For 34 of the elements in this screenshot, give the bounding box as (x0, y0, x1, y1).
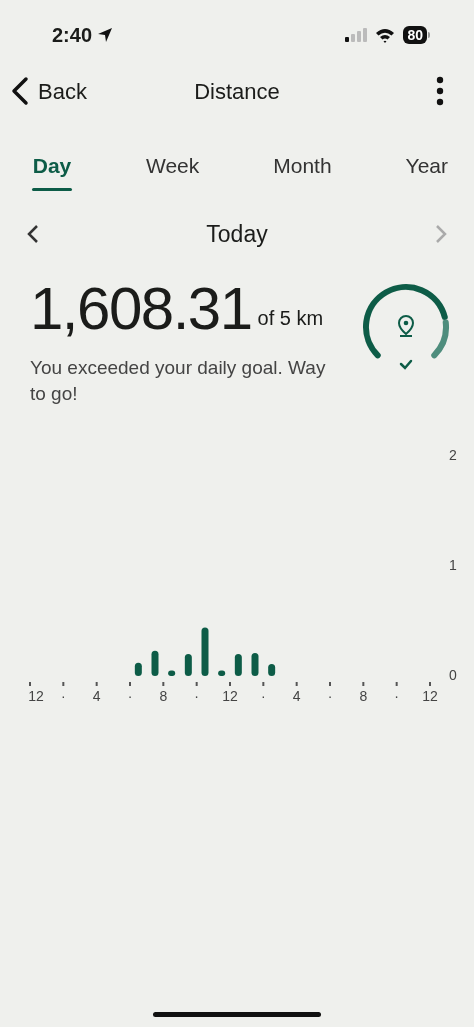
y-axis-label: 1 (449, 556, 457, 573)
x-axis-label: · (261, 688, 266, 704)
y-axis-label: 0 (449, 666, 457, 683)
x-axis-label: · (394, 688, 399, 704)
x-axis-label: · (61, 688, 66, 704)
location-arrow-icon (96, 26, 115, 44)
x-axis-label: · (194, 688, 199, 704)
page-title: Distance (194, 77, 280, 106)
previous-chevron-icon[interactable] (26, 222, 40, 245)
signal-icon (345, 28, 368, 42)
goal-message: You exceeded your daily goal. Way to go! (30, 356, 327, 406)
x-axis-label: 4 (292, 688, 301, 704)
back-button[interactable]: Back (10, 74, 87, 108)
status-time: 2:40 (52, 23, 93, 48)
x-axis-label: 8 (359, 688, 368, 704)
y-axis-label: 2 (449, 446, 457, 463)
x-axis-label: 12 (222, 688, 238, 704)
x-axis-label: · (127, 688, 133, 704)
x-axis-label: · (327, 688, 333, 704)
distance-value: 1,608.31 (30, 279, 252, 339)
goal-label: of 5 km (257, 306, 324, 331)
more-options-icon[interactable] (436, 76, 444, 106)
period-tab[interactable]: Week (133, 150, 212, 191)
battery-level: 80 (403, 26, 427, 44)
x-axis-label: 8 (159, 688, 168, 704)
wifi-icon (375, 27, 396, 43)
period-tab[interactable]: Month (261, 150, 344, 191)
x-axis-label: 12 (422, 688, 438, 704)
period-tab[interactable]: Day (20, 150, 84, 191)
period-tab[interactable]: Year (393, 150, 460, 191)
back-chevron-icon (10, 76, 30, 106)
period-label: Today (206, 219, 268, 249)
x-axis-label: 4 (92, 688, 101, 704)
x-axis-label: 12 (28, 688, 44, 704)
